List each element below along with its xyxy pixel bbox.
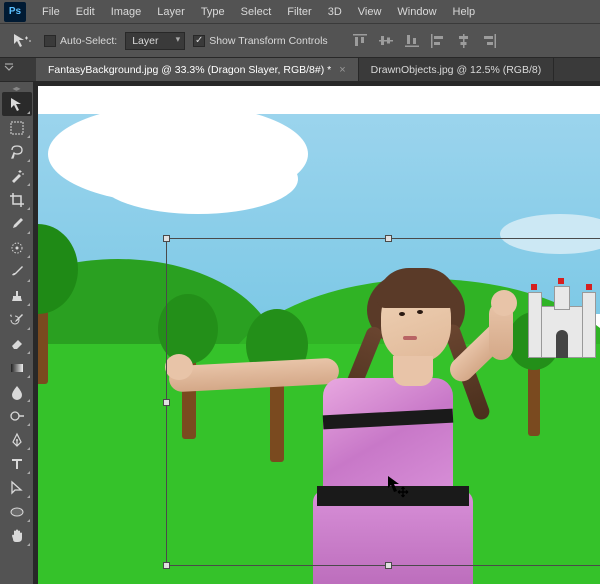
clone-stamp-tool[interactable] <box>2 284 32 308</box>
tab-expand-icon[interactable] <box>2 61 16 75</box>
document-canvas[interactable] <box>38 86 600 584</box>
lasso-tool[interactable] <box>2 140 32 164</box>
eyedropper-tool[interactable] <box>2 212 32 236</box>
rectangular-marquee-tool[interactable] <box>2 116 32 140</box>
girl-layer <box>163 264 523 584</box>
menu-window[interactable]: Window <box>389 4 444 20</box>
crop-tool[interactable] <box>2 188 32 212</box>
align-hcenter-icon[interactable] <box>452 31 476 51</box>
align-right-icon[interactable] <box>478 31 502 51</box>
align-vcenter-icon[interactable] <box>374 31 398 51</box>
align-controls <box>348 31 502 51</box>
auto-select-label: Auto-Select: <box>60 35 117 47</box>
menu-filter[interactable]: Filter <box>279 4 319 20</box>
checkbox-icon <box>44 35 56 47</box>
checkbox-icon <box>193 35 205 47</box>
menu-layer[interactable]: Layer <box>149 4 193 20</box>
menu-type[interactable]: Type <box>193 4 233 20</box>
menu-3d[interactable]: 3D <box>320 4 350 20</box>
menubar: Ps File Edit Image Layer Type Select Fil… <box>0 0 600 24</box>
align-bottom-icon[interactable] <box>400 31 424 51</box>
show-transform-label: Show Transform Controls <box>209 35 327 47</box>
brush-tool[interactable] <box>2 260 32 284</box>
menu-view[interactable]: View <box>350 4 390 20</box>
auto-select-checkbox[interactable]: Auto-Select: <box>44 35 117 47</box>
dodge-tool[interactable] <box>2 404 32 428</box>
tab-label: DrawnObjects.jpg @ 12.5% (RGB/8) <box>371 64 542 76</box>
current-tool-icon[interactable] <box>8 29 36 53</box>
move-tool[interactable] <box>2 92 32 116</box>
options-bar: Auto-Select: Layer Show Transform Contro… <box>0 24 600 58</box>
scene-content <box>38 114 600 584</box>
ellipse-tool[interactable] <box>2 500 32 524</box>
magic-wand-tool[interactable] <box>2 164 32 188</box>
menu-help[interactable]: Help <box>445 4 484 20</box>
align-top-icon[interactable] <box>348 31 372 51</box>
toolbox-handle-icon[interactable]: ◂▸ <box>0 84 33 92</box>
toolbox: ◂▸ <box>0 82 34 584</box>
pen-tool[interactable] <box>2 428 32 452</box>
tab-fantasy-background[interactable]: FantasyBackground.jpg @ 33.3% (Dragon Sl… <box>36 58 359 81</box>
close-icon[interactable]: × <box>339 64 345 76</box>
castle <box>526 286 596 366</box>
show-transform-checkbox[interactable]: Show Transform Controls <box>193 35 327 47</box>
document-tabs: FantasyBackground.jpg @ 33.3% (Dragon Sl… <box>0 58 600 82</box>
menu-edit[interactable]: Edit <box>68 4 103 20</box>
eraser-tool[interactable] <box>2 332 32 356</box>
canvas-area[interactable] <box>34 82 600 584</box>
align-left-icon[interactable] <box>426 31 450 51</box>
tab-label: FantasyBackground.jpg @ 33.3% (Dragon Sl… <box>48 64 331 76</box>
spot-heal-tool[interactable] <box>2 236 32 260</box>
blur-tool[interactable] <box>2 380 32 404</box>
path-selection-tool[interactable] <box>2 476 32 500</box>
hand-tool[interactable] <box>2 524 32 548</box>
tab-drawn-objects[interactable]: DrawnObjects.jpg @ 12.5% (RGB/8) <box>359 58 555 81</box>
app-logo[interactable]: Ps <box>4 2 26 22</box>
menu-select[interactable]: Select <box>233 4 280 20</box>
cloud <box>98 144 298 214</box>
target-dropdown[interactable]: Layer <box>125 32 185 50</box>
gradient-tool[interactable] <box>2 356 32 380</box>
menu-image[interactable]: Image <box>103 4 150 20</box>
history-brush-tool[interactable] <box>2 308 32 332</box>
menu-file[interactable]: File <box>34 4 68 20</box>
type-tool[interactable] <box>2 452 32 476</box>
